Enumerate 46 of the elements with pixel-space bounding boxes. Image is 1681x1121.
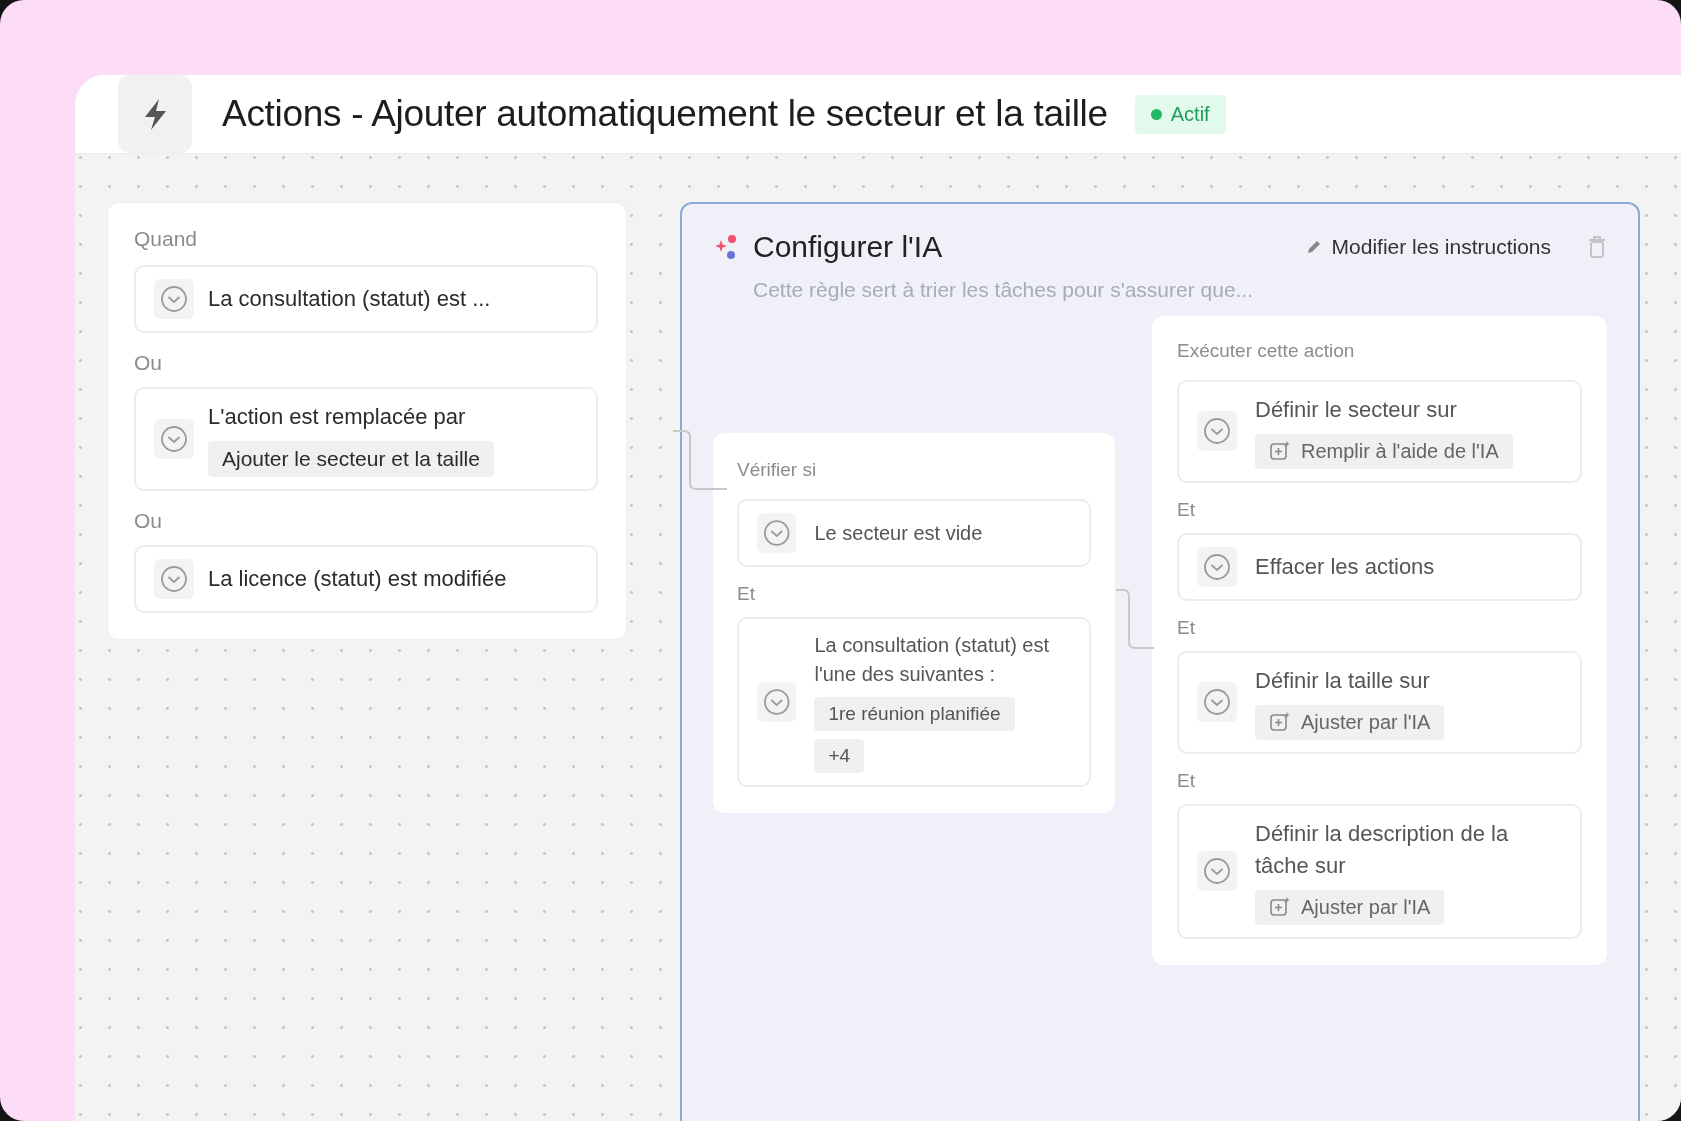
joiner-label: Ou — [134, 351, 163, 375]
section-label: Exécuter cette action — [1177, 340, 1356, 362]
panel-title: Configurer l'IA — [753, 230, 943, 264]
value-chip: 1re réunion planifiée — [814, 697, 1015, 731]
value-chip: +4 — [814, 739, 865, 773]
status-dot — [1150, 108, 1162, 120]
rule-text: La consultation (statut) est l'une des suivantes : — [814, 633, 1051, 687]
connector-line — [672, 430, 728, 490]
value-chip: Ajouter le secteur et la taille — [208, 440, 494, 477]
chip-label: Ajuster par l'IA — [1301, 710, 1431, 734]
section-label: Quand — [134, 227, 199, 251]
section-label: Vérifier si — [737, 459, 818, 481]
rule-card[interactable]: La consultation (statut) est ... — [134, 265, 598, 333]
rule-text: La consultation (statut) est ... — [208, 285, 491, 314]
trash-icon[interactable] — [1587, 235, 1607, 259]
joiner-label: Et — [1177, 498, 1196, 521]
rule-text: Définir la description de la tâche sur — [1255, 819, 1510, 880]
rule-card[interactable]: Effacer les actions — [1177, 532, 1582, 601]
rule-text: Définir la taille sur — [1255, 666, 1430, 695]
pencil-icon — [1305, 239, 1322, 255]
joiner-label: Et — [737, 583, 756, 605]
joiner-label: Et — [1177, 769, 1196, 792]
rule-card[interactable]: La licence (statut) est modifiée — [134, 544, 598, 613]
rule-card[interactable]: Le secteur est vide — [737, 499, 1091, 567]
rule-card[interactable]: La consultation (statut) est l'une des suivantes : 1re réunion planifiée +4 — [737, 617, 1091, 787]
rule-card[interactable]: Définir la taille sur Ajuster par l'IA — [1177, 650, 1582, 754]
edit-instructions-link[interactable]: Modifier les instructions — [1305, 235, 1551, 259]
rule-text: Effacer les actions — [1255, 552, 1435, 581]
page-title: Actions - Ajouter automatiquement le secteur et la taille — [222, 93, 1108, 135]
rule-text: L'action est remplacée par — [208, 403, 466, 431]
rule-text: La licence (statut) est modifiée — [208, 564, 507, 593]
ai-edit-icon — [1269, 711, 1291, 734]
rule-card[interactable]: L'action est remplacée par Ajouter le secteur et la taille — [134, 387, 598, 491]
rule-card[interactable]: Définir le secteur sur Remplir à l'aide de l'IA — [1177, 380, 1582, 483]
ai-edit-icon — [1269, 896, 1291, 919]
chip-label: Remplir à l'aide de l'IA — [1301, 439, 1499, 463]
panel-description: Cette règle sert à trier les tâches pour s'assurer que... — [753, 278, 1255, 302]
ai-edit-icon — [1269, 440, 1291, 463]
joiner-label: Et — [1177, 616, 1196, 639]
chip-label: Ajuster par l'IA — [1301, 895, 1431, 919]
joiner-label: Ou — [134, 508, 163, 533]
rule-card[interactable]: Définir la description de la tâche sur Ajuster par l'IA — [1177, 803, 1582, 939]
rule-text: Définir le secteur sur — [1255, 396, 1457, 424]
connector-line — [1115, 589, 1155, 649]
status-label: Actif — [1170, 102, 1210, 126]
rule-text: Le secteur est vide — [814, 520, 983, 546]
